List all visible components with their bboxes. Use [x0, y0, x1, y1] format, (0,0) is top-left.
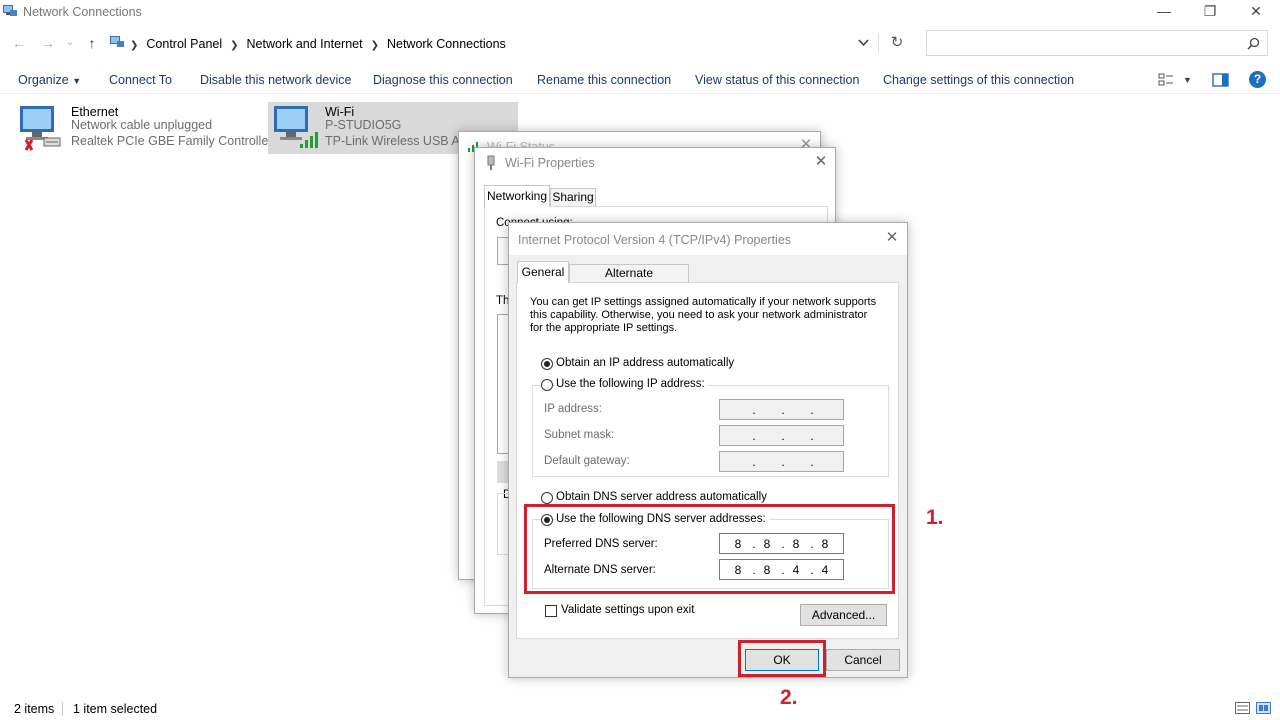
connection-device: Realtek PCIe GBE Family Controller — [71, 134, 273, 148]
breadcrumb-network-connections[interactable]: Network Connections — [387, 37, 506, 51]
ip-address-label: IP address: — [544, 403, 602, 415]
restore-button[interactable]: ❐ — [1187, 0, 1233, 24]
ethernet-adapter-icon — [20, 106, 61, 151]
connection-name: Ethernet — [71, 105, 119, 119]
command-bar: Organize ▼ Connect To Disable this netwo… — [0, 66, 1280, 94]
chevron-right-icon: ❯ — [130, 40, 139, 51]
selection-count: 1 item selected — [73, 702, 158, 716]
connection-status: P-STUDIO5G — [325, 118, 402, 132]
rename-connection-button[interactable]: Rename this connection — [537, 73, 671, 87]
ok-highlight-box — [738, 640, 826, 677]
close-button[interactable]: ✕ — [1233, 0, 1279, 24]
close-icon[interactable]: ✕ — [882, 229, 902, 249]
view-status-button[interactable]: View status of this connection — [695, 73, 859, 87]
change-settings-button[interactable]: Change settings of this connection — [883, 73, 1074, 87]
control-panel-icon — [110, 36, 124, 47]
chevron-right-icon: ❯ — [370, 40, 379, 51]
minimize-button[interactable]: — — [1141, 0, 1187, 24]
large-icons-view-icon[interactable] — [1256, 702, 1271, 714]
help-icon[interactable]: ? — [1249, 71, 1266, 88]
ipv4-properties-dialog: Internet Protocol Version 4 (TCP/IPv4) P… — [508, 222, 908, 678]
tab-sharing[interactable]: Sharing — [550, 188, 596, 207]
chevron-down-icon[interactable] — [858, 39, 869, 47]
search-icon — [1247, 37, 1260, 50]
validate-checkbox[interactable] — [545, 605, 557, 617]
dns-auto-label[interactable]: Obtain DNS server address automatically — [556, 491, 767, 503]
dns-auto-radio[interactable] — [541, 492, 553, 504]
details-view-icon[interactable] — [1235, 702, 1250, 714]
dialog-title: Wi-Fi Properties — [505, 156, 595, 170]
close-icon[interactable]: ✕ — [811, 153, 831, 173]
ip-auto-radio[interactable] — [541, 358, 553, 370]
window-title: Network Connections — [23, 5, 142, 19]
advanced-button[interactable]: Advanced... — [800, 604, 887, 626]
address-row: ← → ⌄ ↑ ❯ Control Panel ❯ Network and Inter… — [0, 28, 1280, 60]
cancel-button[interactable]: Cancel — [826, 649, 900, 671]
divider — [878, 33, 879, 53]
recent-locations-button[interactable]: ⌄ — [64, 34, 76, 52]
connection-name: Wi-Fi — [325, 105, 355, 119]
refresh-button[interactable]: ↻ — [888, 34, 906, 52]
dns-highlight-box — [524, 504, 895, 594]
forward-button[interactable]: → — [39, 34, 57, 52]
tab-general[interactable]: General — [517, 261, 569, 283]
connection-device: TP-Link Wireless USB Ada — [325, 134, 474, 148]
caret-down-icon[interactable]: ▼ — [1183, 75, 1192, 85]
tab-networking[interactable]: Networking — [484, 185, 550, 207]
breadcrumb: ❯ Control Panel ❯ Network and Internet ❯ Netw… — [130, 37, 506, 51]
tab-alternate-configuration[interactable]: Alternate Configuration — [569, 264, 689, 297]
preview-pane-icon[interactable] — [1212, 73, 1229, 87]
validate-label[interactable]: Validate settings upon exit — [561, 604, 694, 616]
ip-manual-label[interactable]: Use the following IP address: — [556, 378, 708, 390]
view-options-icon[interactable] — [1158, 73, 1174, 87]
breadcrumb-network-and-internet[interactable]: Network and Internet — [247, 37, 363, 51]
back-button[interactable]: ← — [10, 34, 28, 52]
diagnose-connection-button[interactable]: Diagnose this connection — [373, 73, 513, 87]
default-gateway-field: ... — [719, 451, 844, 472]
connection-status: Network cable unplugged — [71, 118, 213, 132]
connection-ethernet[interactable]: Ethernet Network cable unplugged Realtek… — [14, 102, 272, 154]
caret-down-icon: ▼ — [72, 76, 82, 86]
intro-text: You can get IP settings assigned automat… — [530, 296, 877, 334]
ip-address-field: ... — [719, 399, 844, 420]
search-input[interactable] — [926, 30, 1268, 56]
chevron-right-icon: ❯ — [230, 40, 239, 51]
default-gateway-label: Default gateway: — [544, 455, 630, 467]
title-bar: Network Connections — ❐ ✕ — [0, 0, 1280, 24]
divider — [62, 702, 63, 716]
address-bar[interactable]: ❯ Control Panel ❯ Network and Internet ❯ Netw… — [106, 30, 916, 56]
ip-auto-label[interactable]: Obtain an IP address automatically — [556, 357, 734, 369]
ip-manual-radio[interactable] — [541, 379, 553, 391]
up-button[interactable]: ↑ — [83, 34, 101, 52]
organize-menu[interactable]: Organize ▼ — [18, 73, 81, 87]
step-2-label: 2. — [780, 686, 798, 709]
disable-device-button[interactable]: Disable this network device — [200, 73, 351, 87]
dialog-title: Internet Protocol Version 4 (TCP/IPv4) P… — [518, 233, 792, 247]
breadcrumb-control-panel[interactable]: Control Panel — [146, 37, 222, 51]
subnet-mask-field: ... — [719, 425, 844, 446]
network-connections-icon — [3, 5, 17, 16]
step-1-label: 1. — [926, 506, 944, 529]
subnet-mask-label: Subnet mask: — [544, 429, 615, 441]
status-bar: 2 items 1 item selected — [0, 700, 1280, 720]
connect-to-button[interactable]: Connect To — [109, 73, 172, 87]
wifi-adapter-icon — [274, 106, 318, 148]
item-count: 2 items — [14, 702, 55, 716]
network-adapter-icon — [487, 155, 495, 170]
